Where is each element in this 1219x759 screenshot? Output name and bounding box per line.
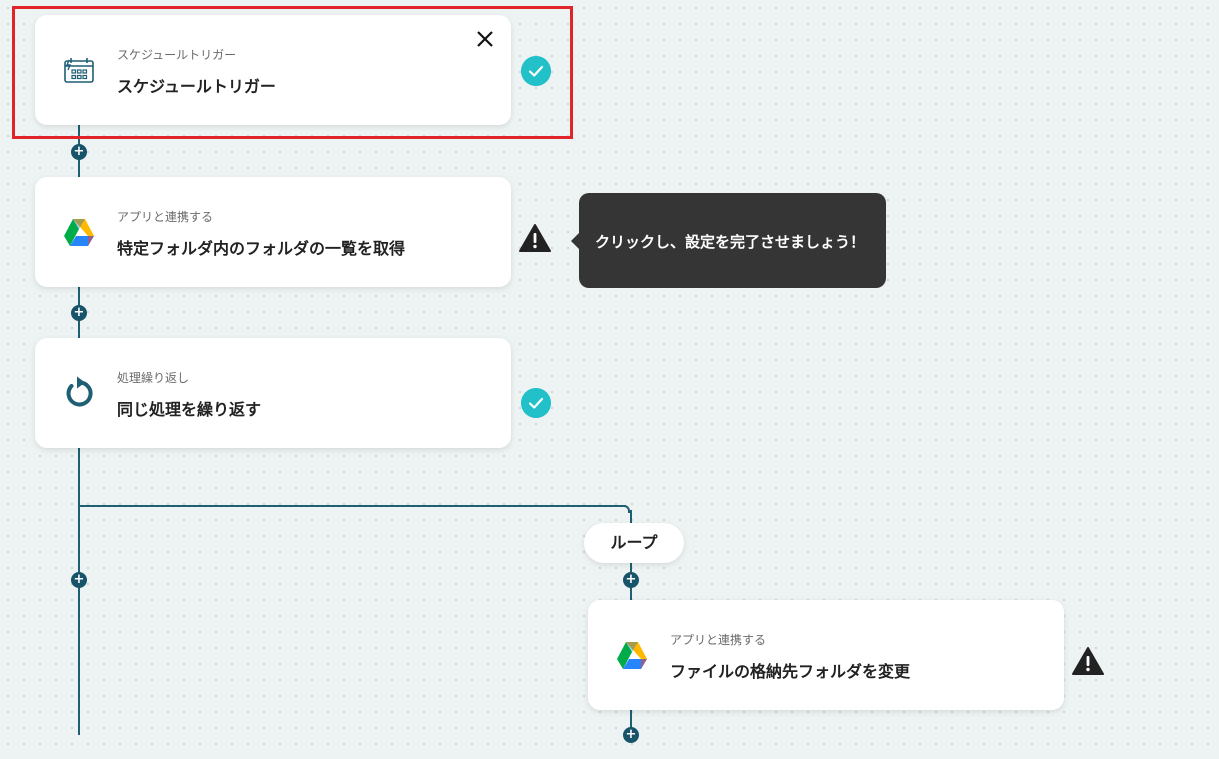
tooltip: クリックし、設定を完了させましょう！ [571, 193, 886, 288]
step-subtitle: アプリと連携する [117, 210, 214, 224]
step-title: ファイルの格納先フォルダを変更 [670, 662, 911, 681]
connector-line-branch-corner [622, 505, 630, 513]
step-card-change-file-folder[interactable]: アプリと連携する ファイルの格納先フォルダを変更 [588, 600, 1064, 710]
google-drive-icon [64, 219, 94, 246]
repeat-icon [66, 376, 93, 407]
add-step-button[interactable]: + [71, 572, 87, 588]
step-subtitle: 処理繰り返し [117, 371, 190, 385]
add-step-in-loop-button[interactable]: + [623, 727, 639, 743]
step-card-repeat[interactable]: 処理繰り返し 同じ処理を繰り返す [35, 338, 511, 448]
check-complete-icon [521, 388, 551, 418]
add-step-button[interactable]: + [71, 144, 87, 160]
check-complete-icon [521, 56, 551, 86]
step-title: 同じ処理を繰り返す [117, 400, 262, 419]
selection-highlight [12, 6, 573, 139]
warning-icon [519, 224, 551, 252]
step-subtitle: アプリと連携する [670, 633, 767, 647]
connector-line-branch-horizontal [78, 505, 626, 507]
loop-label: ループ [584, 523, 684, 563]
tooltip-text: クリックし、設定を完了させましょう！ [595, 233, 866, 251]
google-drive-icon [617, 642, 647, 669]
add-step-in-loop-button[interactable]: + [623, 572, 639, 588]
add-step-button[interactable]: + [71, 305, 87, 321]
warning-icon [1072, 647, 1104, 675]
step-card-get-folder-list[interactable]: アプリと連携する 特定フォルダ内のフォルダの一覧を取得 [35, 177, 511, 287]
step-title: 特定フォルダ内のフォルダの一覧を取得 [117, 239, 406, 258]
